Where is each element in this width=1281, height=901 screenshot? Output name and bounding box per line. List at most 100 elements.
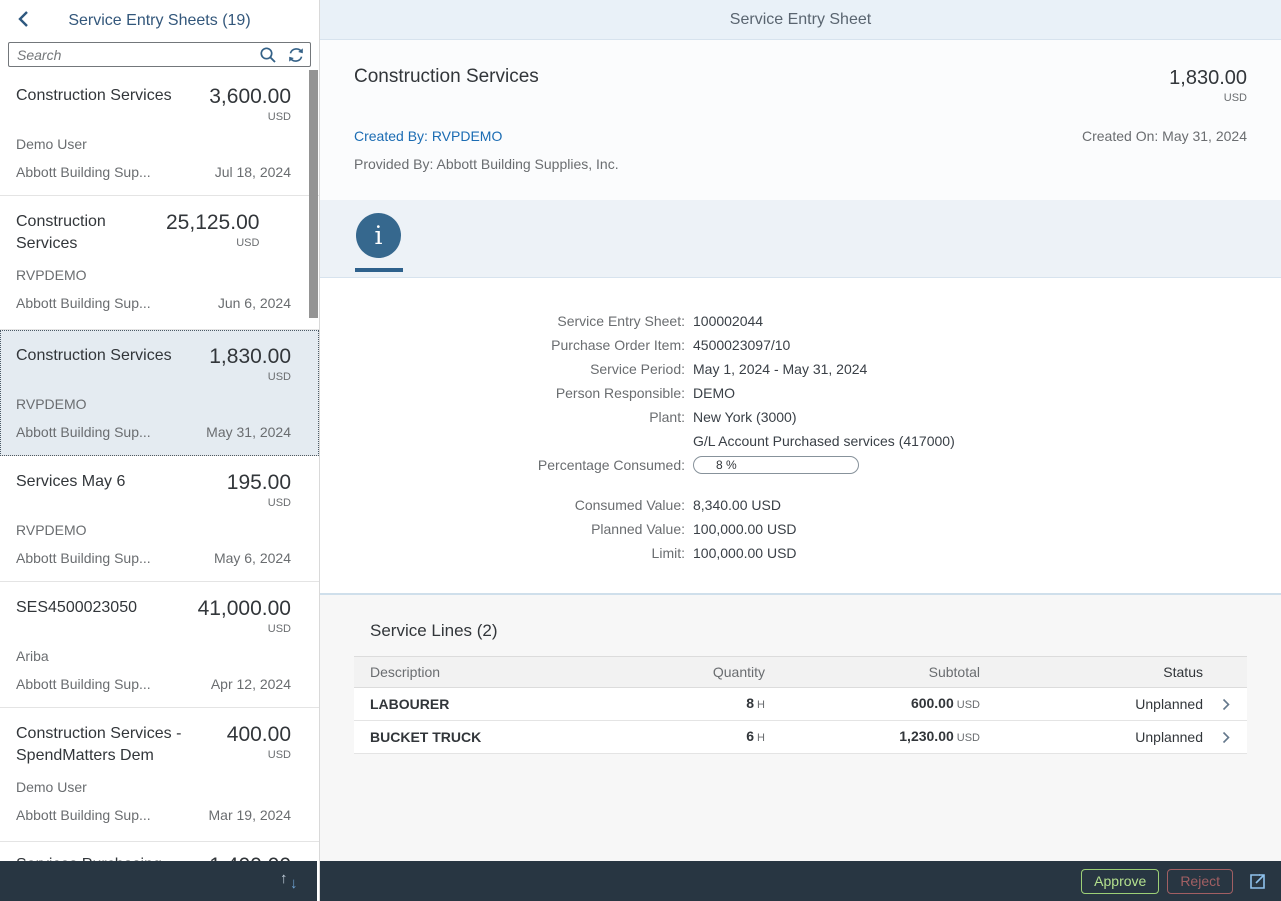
progress-label: Percentage Consumed: (354, 455, 685, 475)
list-item[interactable]: SES4500023050 41,000.00 USD Ariba Abbott… (0, 582, 319, 708)
item-currency: USD (227, 497, 291, 510)
col-description: Description (354, 664, 635, 680)
row-currency: USD (957, 732, 980, 744)
item-vendor: Abbott Building Sup... (16, 424, 151, 440)
service-lines-title: Service Lines (2) (370, 621, 1247, 641)
service-entry-sheet-list: Construction Services 3,600.00 USD Demo … (0, 70, 319, 861)
object-title: Construction Services (354, 66, 539, 88)
object-amount: 1,830.00 (1169, 66, 1247, 90)
item-date: May 31, 2024 (206, 424, 291, 440)
row-status: Unplanned (980, 696, 1205, 712)
field-label: Service Entry Sheet: (354, 311, 685, 331)
field-value: DEMO (693, 383, 735, 403)
table-row[interactable]: BUCKET TRUCK 6H 1,230.00USD Unplanned (354, 721, 1247, 754)
row-subtotal: 600.00 (911, 695, 954, 711)
field-value: 100,000.00 USD (693, 519, 797, 539)
tab-selected-underline (355, 268, 403, 272)
approve-button[interactable]: Approve (1081, 869, 1159, 894)
col-status: Status (980, 664, 1205, 680)
row-unit: H (757, 699, 765, 711)
list-item[interactable]: Services May 6 195.00 USD RVPDEMO Abbott… (0, 456, 319, 582)
detail-page-title: Service Entry Sheet (730, 11, 871, 29)
item-vendor: Abbott Building Sup... (16, 164, 151, 180)
list-item-clipped[interactable]: Services Purchasing 1,400.00 (0, 842, 319, 861)
row-quantity: 8 (746, 695, 754, 711)
row-currency: USD (957, 699, 980, 711)
service-lines-table: Description Quantity Subtotal Status LAB… (354, 656, 1247, 754)
chevron-right-icon (1205, 731, 1247, 744)
field-value: May 1, 2024 - May 31, 2024 (693, 359, 867, 379)
field-label: Person Responsible: (354, 383, 685, 403)
field-value: 4500023097/10 (693, 335, 790, 355)
item-currency: USD (198, 623, 291, 636)
item-currency: USD (209, 371, 291, 384)
info-form: Service Entry Sheet: 100002044 Purchase … (320, 278, 1281, 593)
detail-header-bar: Service Entry Sheet (320, 0, 1281, 40)
list-item-selected[interactable]: Construction Services 1,830.00 USD RVPDE… (0, 330, 319, 456)
chevron-left-icon (17, 10, 29, 33)
item-date: Jul 18, 2024 (215, 164, 291, 180)
field-value: G/L Account Purchased services (417000) (693, 431, 955, 451)
item-title: Construction Services - SpendMatters Dem (16, 723, 227, 767)
list-item[interactable]: Construction Services - SpendMatters Dem… (0, 708, 319, 842)
info-icon: i (375, 223, 383, 248)
col-quantity: Quantity (635, 664, 765, 680)
row-quantity: 6 (746, 728, 754, 744)
service-lines-section: Service Lines (2) Description Quantity S… (320, 593, 1281, 861)
search-icon[interactable] (259, 46, 277, 69)
reject-button[interactable]: Reject (1167, 869, 1233, 894)
item-amount: 3,600.00 (209, 85, 291, 109)
search-bar (0, 42, 319, 70)
item-amount: 1,400.00 (209, 854, 291, 861)
list-item[interactable]: Construction Services 25,125.00 USD RVPD… (0, 196, 319, 330)
col-subtotal: Subtotal (765, 664, 980, 680)
row-description: LABOURER (354, 696, 635, 712)
share-icon[interactable] (1245, 869, 1269, 893)
field-label: Plant: (354, 407, 685, 427)
item-title: Construction Services (16, 85, 209, 107)
created-by-link[interactable]: Created By: RVPDEMO (354, 128, 502, 144)
field-label: Limit: (354, 543, 685, 563)
row-subtotal: 1,230.00 (899, 728, 954, 744)
icon-tab-bar: i (320, 200, 1281, 278)
item-currency: USD (227, 749, 291, 762)
percentage-consumed-progress-bar: 8 % (693, 456, 859, 474)
field-label: Purchase Order Item: (354, 335, 685, 355)
item-currency: USD (166, 237, 259, 250)
app-root: Service Entry Sheets (19) Construction S… (0, 0, 1281, 901)
progress-bar-text: 8 % (716, 458, 737, 472)
sort-button[interactable]: ↑ ↓ (279, 869, 305, 893)
item-user: RVPDEMO (16, 396, 291, 412)
object-header: Construction Services 1,830.00 USD Creat… (320, 40, 1281, 200)
list-item[interactable]: Construction Services 3,600.00 USD Demo … (0, 70, 319, 196)
table-header-row: Description Quantity Subtotal Status (354, 656, 1247, 688)
item-user: Demo User (16, 136, 291, 152)
item-amount: 41,000.00 (198, 597, 291, 621)
field-label: Planned Value: (354, 519, 685, 539)
item-amount: 25,125.00 (166, 211, 259, 235)
item-vendor: Abbott Building Sup... (16, 807, 151, 823)
item-user: Demo User (16, 779, 291, 795)
item-vendor: Abbott Building Sup... (16, 676, 151, 692)
list-title: Service Entry Sheets (19) (68, 12, 250, 30)
created-on-text: Created On: May 31, 2024 (1082, 128, 1247, 144)
field-label: Service Period: (354, 359, 685, 379)
field-value: 100002044 (693, 311, 763, 331)
list-scrollbar[interactable] (309, 70, 318, 318)
table-row[interactable]: LABOURER 8H 600.00USD Unplanned (354, 688, 1247, 721)
back-button[interactable] (10, 8, 36, 34)
row-status: Unplanned (980, 729, 1205, 745)
tab-info[interactable]: i (356, 213, 401, 258)
field-value: 8,340.00 USD (693, 495, 781, 515)
item-user: Ariba (16, 648, 291, 664)
field-label (354, 431, 685, 451)
list-header: Service Entry Sheets (19) (0, 0, 319, 42)
item-date: Apr 12, 2024 (211, 676, 291, 692)
item-date: Jun 6, 2024 (218, 295, 291, 311)
refresh-icon[interactable] (287, 46, 305, 69)
item-title: SES4500023050 (16, 597, 198, 619)
provided-by-text: Provided By: Abbott Building Supplies, I… (354, 156, 1247, 172)
sort-arrows-icon: ↑ (280, 870, 288, 887)
master-list-panel: Service Entry Sheets (19) Construction S… (0, 0, 320, 901)
item-date: May 6, 2024 (214, 550, 291, 566)
